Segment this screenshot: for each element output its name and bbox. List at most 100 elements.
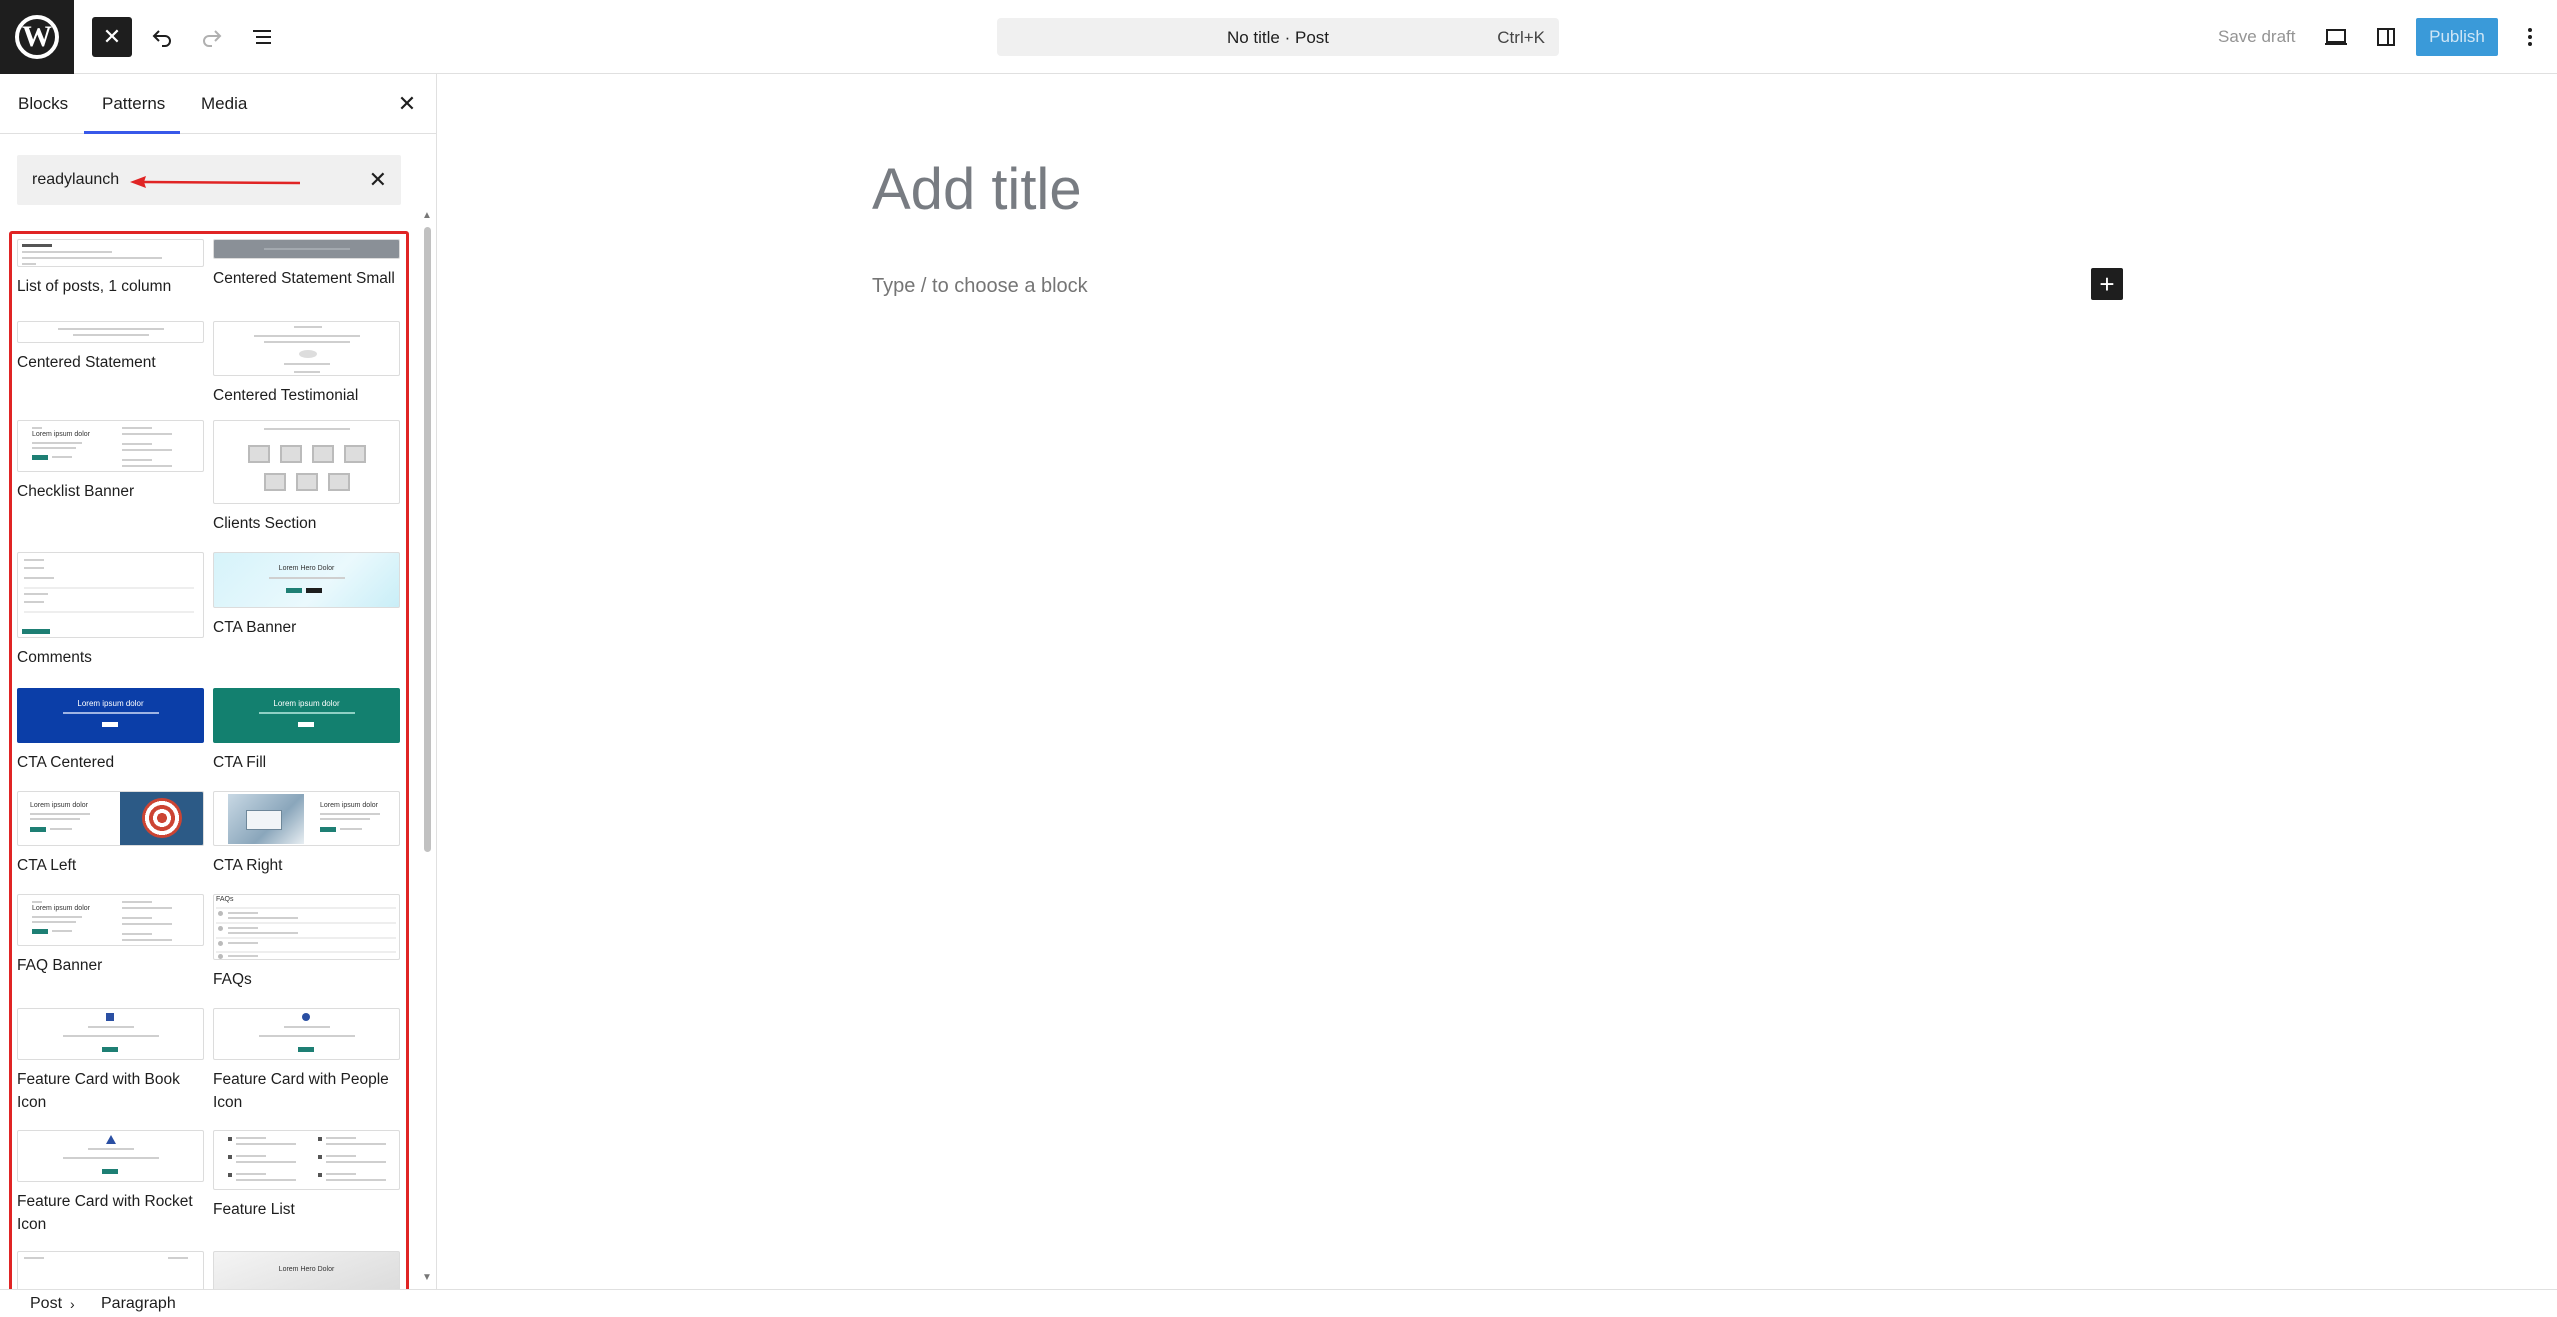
scroll-down-arrow[interactable]: ▼ — [422, 1272, 432, 1283]
pattern-label: Feature Card with Rocket Icon — [17, 1193, 193, 1233]
pattern-label: Clients Section — [213, 515, 317, 532]
pattern-preview — [17, 321, 204, 343]
pattern-label: CTA Right — [213, 857, 283, 874]
pattern-item[interactable]: Lorem ipsum dolor CTA Fill — [213, 688, 400, 774]
undo-icon — [152, 30, 171, 47]
thumb-heading: Lorem Hero Dolor — [278, 565, 335, 572]
breadcrumb-post[interactable]: Post — [30, 1295, 62, 1313]
annotation-arrow — [130, 176, 301, 188]
paragraph-block-placeholder[interactable]: Type / to choose a block — [872, 275, 1088, 298]
close-icon: ✕ — [102, 24, 122, 49]
document-title: No title · Post — [1226, 28, 1330, 47]
command-shortcut: Ctrl+K — [1497, 28, 1545, 47]
pattern-preview — [17, 1008, 204, 1060]
pattern-label: CTA Left — [17, 857, 77, 874]
pattern-item[interactable]: Feature Card with Rocket Icon — [17, 1130, 204, 1236]
pattern-preview: Lorem Hero Dolor — [213, 552, 400, 608]
more-options-icon — [2528, 28, 2532, 46]
post-title-input[interactable]: Add title — [872, 156, 1082, 223]
settings-sidebar-icon — [2377, 28, 2395, 46]
scroll-up-arrow[interactable]: ▲ — [422, 210, 432, 221]
pattern-label: Feature Card with Book Icon — [17, 1071, 180, 1111]
thumb-heading: Lorem ipsum dolor — [32, 905, 90, 912]
active-tab-indicator — [84, 131, 180, 134]
tab-media[interactable]: Media — [201, 94, 247, 114]
pattern-item[interactable]: Centered Statement Small — [213, 239, 400, 290]
pattern-label: Centered Statement — [17, 354, 156, 371]
tab-patterns[interactable]: Patterns — [102, 94, 165, 114]
close-icon: ✕ — [397, 91, 417, 116]
document-overview-button[interactable] — [242, 17, 282, 57]
pattern-preview: Lorem ipsum dolor — [213, 791, 400, 846]
pattern-preview — [17, 1251, 204, 1289]
thumb-heading: Lorem Hero Dolor — [278, 1266, 335, 1273]
save-draft-button[interactable]: Save draft — [2218, 27, 2296, 47]
pattern-item[interactable]: Clients Section — [213, 420, 400, 535]
pattern-preview — [213, 1008, 400, 1060]
plus-icon: + — [2099, 269, 2115, 299]
pattern-item[interactable]: Centered Statement — [17, 321, 204, 374]
scrollbar-thumb[interactable] — [424, 227, 431, 852]
pattern-label: Centered Testimonial — [213, 387, 359, 404]
desk-image — [228, 794, 304, 844]
book-icon — [106, 1013, 114, 1021]
pattern-preview: Lorem ipsum dolor — [17, 420, 204, 472]
pattern-preview: Lorem ipsum dolor — [17, 894, 204, 946]
options-button[interactable] — [2510, 17, 2550, 57]
pattern-item[interactable]: Centered Testimonial — [213, 321, 400, 407]
pattern-preview — [17, 552, 204, 638]
pattern-item[interactable]: Feature Card with Book Icon — [17, 1008, 204, 1114]
pattern-item[interactable]: Lorem ipsum dolor CTA Right — [213, 791, 400, 877]
pattern-item[interactable]: Lorem ipsum dolor CTA Left — [17, 791, 204, 877]
clear-search-button[interactable]: ✕ — [369, 167, 387, 193]
pattern-results-highlight: List of posts, 1 column Centered Stateme… — [9, 231, 409, 1289]
close-panel-button[interactable]: ✕ — [393, 90, 421, 118]
tab-blocks[interactable]: Blocks — [18, 94, 68, 114]
editor-canvas[interactable]: Add title Type / to choose a block + — [437, 74, 2557, 1289]
undo-button[interactable] — [142, 17, 182, 57]
pattern-item[interactable] — [17, 1251, 204, 1289]
pattern-item[interactable]: List of posts, 1 column — [17, 239, 204, 298]
pattern-preview: Lorem Hero Dolor — [213, 1251, 400, 1289]
pattern-item[interactable]: Lorem ipsum dolor FAQ Banner — [17, 894, 204, 977]
chevron-right-icon: › — [70, 1296, 75, 1312]
breadcrumb-paragraph[interactable]: Paragraph — [101, 1295, 176, 1313]
pattern-item[interactable]: Comments — [17, 552, 204, 669]
pattern-item[interactable]: Lorem Hero Dolor CTA Banner — [213, 552, 400, 639]
pattern-preview: Lorem ipsum dolor — [17, 688, 204, 743]
thumb-heading: Lorem ipsum dolor — [320, 802, 378, 809]
pattern-item[interactable]: Lorem ipsum dolor Checklist Banner — [17, 420, 204, 503]
settings-button[interactable] — [2366, 17, 2406, 57]
pattern-item[interactable]: Lorem ipsum dolor CTA Centered — [17, 688, 204, 774]
pattern-preview — [213, 1130, 400, 1190]
pattern-preview — [213, 420, 400, 504]
redo-button[interactable] — [192, 17, 232, 57]
thumb-heading: Lorem ipsum dolor — [30, 802, 88, 809]
pattern-preview: FAQs — [213, 894, 400, 960]
rocket-icon — [106, 1135, 116, 1144]
desktop-preview-icon — [2325, 29, 2347, 45]
pattern-label: FAQ Banner — [17, 957, 103, 974]
list-view-icon — [253, 30, 271, 44]
close-inserter-button[interactable]: ✕ — [92, 17, 132, 57]
pattern-preview: Lorem ipsum dolor — [213, 688, 400, 743]
thumb-heading: Lorem ipsum dolor — [32, 431, 90, 438]
preview-button[interactable] — [2316, 17, 2356, 57]
pattern-label: FAQs — [213, 971, 252, 988]
pattern-label: Feature Card with People Icon — [213, 1071, 389, 1111]
pattern-preview — [213, 321, 400, 376]
pattern-item[interactable]: Feature Card with People Icon — [213, 1008, 400, 1114]
thumb-heading: Lorem ipsum dolor — [273, 699, 340, 708]
people-icon — [302, 1013, 310, 1021]
pattern-item[interactable]: Lorem Hero Dolor — [213, 1251, 400, 1289]
publish-button[interactable]: Publish — [2416, 18, 2498, 56]
pattern-preview: Lorem ipsum dolor — [17, 791, 204, 846]
command-palette-bar[interactable]: No title · Post Ctrl+K — [997, 18, 1559, 56]
add-block-button[interactable]: + — [2091, 268, 2123, 300]
wordpress-logo[interactable]: W — [0, 0, 74, 74]
pattern-item[interactable]: Feature List — [213, 1130, 400, 1221]
thumb-heading: Lorem ipsum dolor — [77, 699, 144, 708]
search-value: readylaunch — [32, 171, 120, 188]
pattern-item[interactable]: FAQs FAQs — [213, 894, 400, 991]
wordpress-logo-icon: W — [15, 15, 59, 59]
